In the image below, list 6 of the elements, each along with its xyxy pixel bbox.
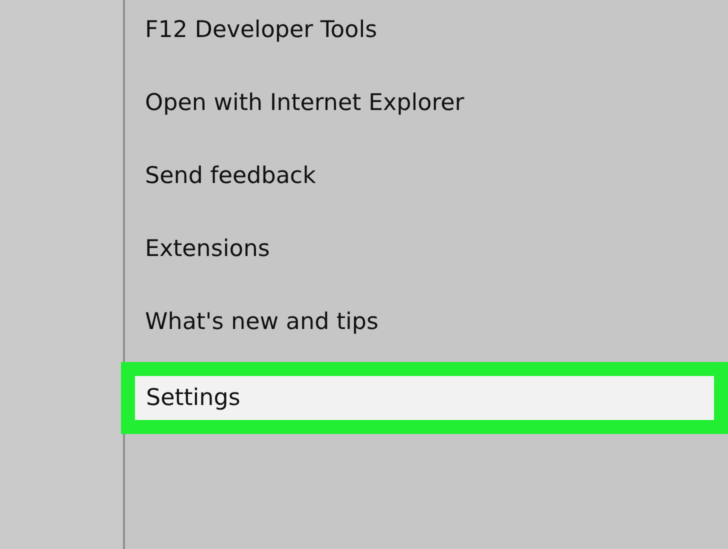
menu-item[interactable]: Open with Internet Explorer (125, 67, 728, 140)
menu-item[interactable]: Extensions (125, 213, 728, 286)
menu-item[interactable]: Settings (121, 362, 728, 434)
menu-item[interactable]: What's new and tips (125, 286, 728, 359)
menu-item[interactable]: Send feedback (125, 140, 728, 213)
menu-item[interactable]: F12 Developer Tools (125, 0, 728, 67)
